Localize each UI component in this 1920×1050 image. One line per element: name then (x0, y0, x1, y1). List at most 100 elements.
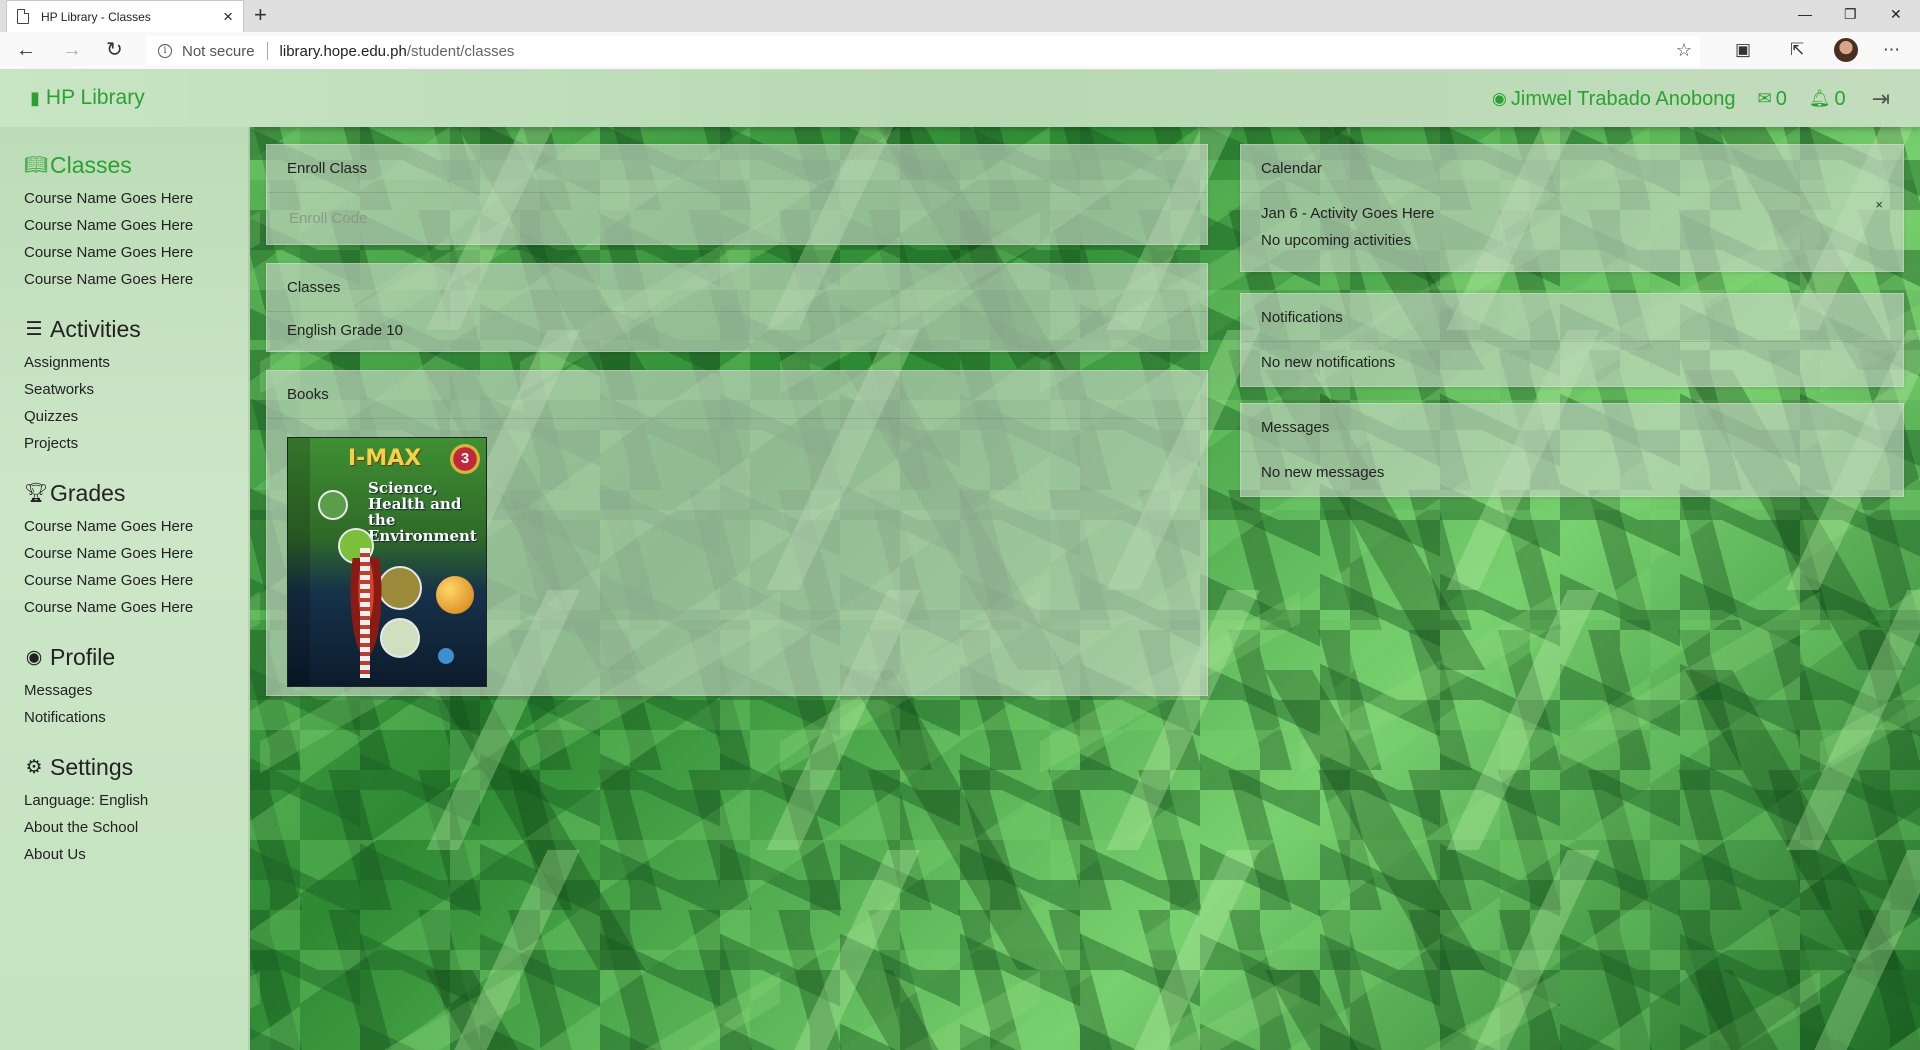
calendar-body: Jan 6 - Activity Goes Here No upcoming a… (1241, 193, 1903, 255)
sidebar-item-about-school[interactable]: About the School (24, 814, 248, 841)
sidebar-heading-classes[interactable]: 📖︎ Classes (24, 151, 248, 179)
info-icon[interactable]: i (158, 44, 172, 58)
book-icon: ▮ (30, 87, 40, 108)
notifications-card: Notifications No new notifications (1240, 293, 1904, 387)
sidebar-heading-label: Classes (50, 151, 132, 178)
sidebar-heading-label: Grades (50, 479, 126, 506)
spine-image (360, 548, 370, 678)
trophy-icon: 🏆︎ (24, 483, 49, 504)
user-circle-icon: ◉ (1492, 89, 1507, 108)
favorite-star-icon[interactable]: ☆ (1676, 40, 1692, 61)
book-open-icon: 📖︎ (24, 155, 49, 176)
card-title: Notifications (1241, 294, 1903, 342)
sidebar-heading-profile[interactable]: ◉ Profile (24, 643, 248, 671)
page-icon (17, 9, 29, 24)
notifications-link[interactable]: 🔔︎ 0 (1809, 88, 1846, 111)
globe-image (318, 490, 348, 520)
sidebar-item-notifications[interactable]: Notifications (24, 704, 248, 731)
book-cover-brand: I-MAX (348, 446, 422, 471)
page-background: ▮ HP Library ◉ Jimwel Trabado Anobong ✉ … (0, 70, 1920, 1050)
card-title: Books (267, 371, 1207, 419)
reading-view-icon[interactable]: ▣ (1735, 40, 1751, 60)
sidebar-item-course[interactable]: Course Name Goes Here (24, 185, 248, 212)
gear-icon: ⚙ (25, 756, 43, 778)
books-list: I-MAX 3 Science, Health and the Environm… (267, 419, 1207, 695)
notifications-empty-text: No new notifications (1261, 354, 1396, 371)
class-list-item[interactable]: English Grade 10 (267, 312, 1207, 351)
sidebar-heading-label: Activities (50, 315, 141, 342)
minimize-button[interactable]: — (1798, 4, 1812, 24)
forward-arrow-icon[interactable]: → (62, 40, 82, 60)
sidebar-item-grade-course[interactable]: Course Name Goes Here (24, 567, 248, 594)
sidebar-section-activities: ☰ Activities Assignments Seatworks Quizz… (24, 315, 248, 457)
logout-icon[interactable]: ⇥ (1872, 86, 1890, 112)
sidebar-item-messages[interactable]: Messages (24, 677, 248, 704)
close-icon[interactable]: × (1875, 197, 1883, 212)
url-text[interactable]: library.hope.edu.ph/student/classes (280, 43, 515, 60)
address-bar: ← → ↻ i Not secure library.hope.edu.ph/s… (0, 32, 1920, 70)
sidebar-heading-settings[interactable]: ⚙ Settings (24, 753, 248, 781)
sidebar-item-quizzes[interactable]: Quizzes (24, 403, 248, 430)
planet-image (438, 648, 454, 664)
enroll-class-card: Enroll Class (266, 144, 1208, 245)
messages-empty-text: No new messages (1261, 464, 1385, 481)
insect-image (378, 566, 422, 610)
window-close-button[interactable]: ✕ (1890, 4, 1902, 24)
url-path: /student/classes (406, 42, 515, 60)
sidebar-item-assignments[interactable]: Assignments (24, 349, 248, 376)
back-arrow-icon[interactable]: ← (16, 40, 36, 60)
book-cover-grade: 3 (450, 444, 480, 474)
browser-profile-avatar[interactable] (1834, 38, 1858, 62)
bell-icon: 🔔︎ (1808, 89, 1831, 108)
enroll-code-input[interactable] (267, 193, 1207, 243)
refresh-icon[interactable]: ↻ (106, 40, 123, 60)
card-title: Classes (267, 264, 1207, 312)
calendar-empty-text: No upcoming activities (1261, 232, 1412, 249)
butterfly-image (380, 618, 420, 658)
sidebar-heading-activities[interactable]: ☰ Activities (24, 315, 248, 343)
security-label: Not secure (182, 42, 255, 60)
sidebar-section-profile: ◉ Profile Messages Notifications (24, 643, 248, 731)
sidebar-item-language[interactable]: Language: English (24, 787, 248, 814)
sidebar-item-course[interactable]: Course Name Goes Here (24, 239, 248, 266)
sidebar-heading-grades[interactable]: 🏆︎ Grades (24, 479, 248, 507)
classes-card: Classes English Grade 10 (266, 263, 1208, 352)
navbar-right: ◉ Jimwel Trabado Anobong ✉ 0 🔔︎ 0 ⇥ (1470, 86, 1890, 112)
sidebar-section-grades: 🏆︎ Grades Course Name Goes Here Course N… (24, 479, 248, 621)
browser-tab-strip: HP Library - Classes × + — ❐ ✕ (0, 0, 1920, 32)
user-profile-link[interactable]: ◉ Jimwel Trabado Anobong (1492, 88, 1735, 111)
sidebar-item-course[interactable]: Course Name Goes Here (24, 212, 248, 239)
sidebar-heading-label: Profile (50, 643, 116, 670)
sidebar-item-seatworks[interactable]: Seatworks (24, 376, 248, 403)
notifications-count: 0 (1834, 87, 1846, 110)
restore-button[interactable]: ❐ (1844, 4, 1857, 24)
tab-close-icon[interactable]: × (223, 8, 233, 25)
url-field[interactable]: i Not secure library.hope.edu.ph/student… (146, 36, 1700, 66)
book-cover-title: Science, Health and the Environment (368, 479, 477, 545)
sidebar-section-classes: 📖︎ Classes Course Name Goes Here Course … (24, 151, 248, 293)
messages-card: Messages No new messages (1240, 403, 1904, 497)
sidebar-item-grade-course[interactable]: Course Name Goes Here (24, 513, 248, 540)
brand-name: HP Library (45, 86, 145, 109)
share-icon[interactable]: ⇱ (1790, 40, 1804, 60)
sidebar-item-course[interactable]: Course Name Goes Here (24, 266, 248, 293)
sidebar-item-grade-course[interactable]: Course Name Goes Here (24, 540, 248, 567)
sidebar-item-grade-course[interactable]: Course Name Goes Here (24, 594, 248, 621)
sidebar-section-settings: ⚙ Settings Language: English About the S… (24, 753, 248, 868)
user-circle-icon: ◉ (25, 646, 43, 668)
envelope-icon: ✉ (1757, 89, 1772, 108)
messages-link[interactable]: ✉ 0 (1757, 88, 1786, 111)
sidebar-item-about-us[interactable]: About Us (24, 841, 248, 868)
book-cover[interactable]: I-MAX 3 Science, Health and the Environm… (287, 437, 487, 687)
card-title: Messages (1241, 404, 1903, 452)
new-tab-button[interactable]: + (254, 4, 267, 26)
books-card: Books I-MAX 3 Science, Health and the En… (266, 370, 1208, 696)
user-name: Jimwel Trabado Anobong (1510, 87, 1736, 110)
calendar-event[interactable]: Jan 6 - Activity Goes Here (1261, 201, 1883, 228)
more-menu-icon[interactable]: ⋯ (1883, 40, 1900, 60)
browser-tab[interactable]: HP Library - Classes × (6, 0, 244, 32)
card-title: Enroll Class (267, 145, 1207, 193)
url-divider (266, 42, 268, 60)
brand-link[interactable]: ▮ HP Library (30, 86, 145, 110)
sidebar-item-projects[interactable]: Projects (24, 430, 248, 457)
